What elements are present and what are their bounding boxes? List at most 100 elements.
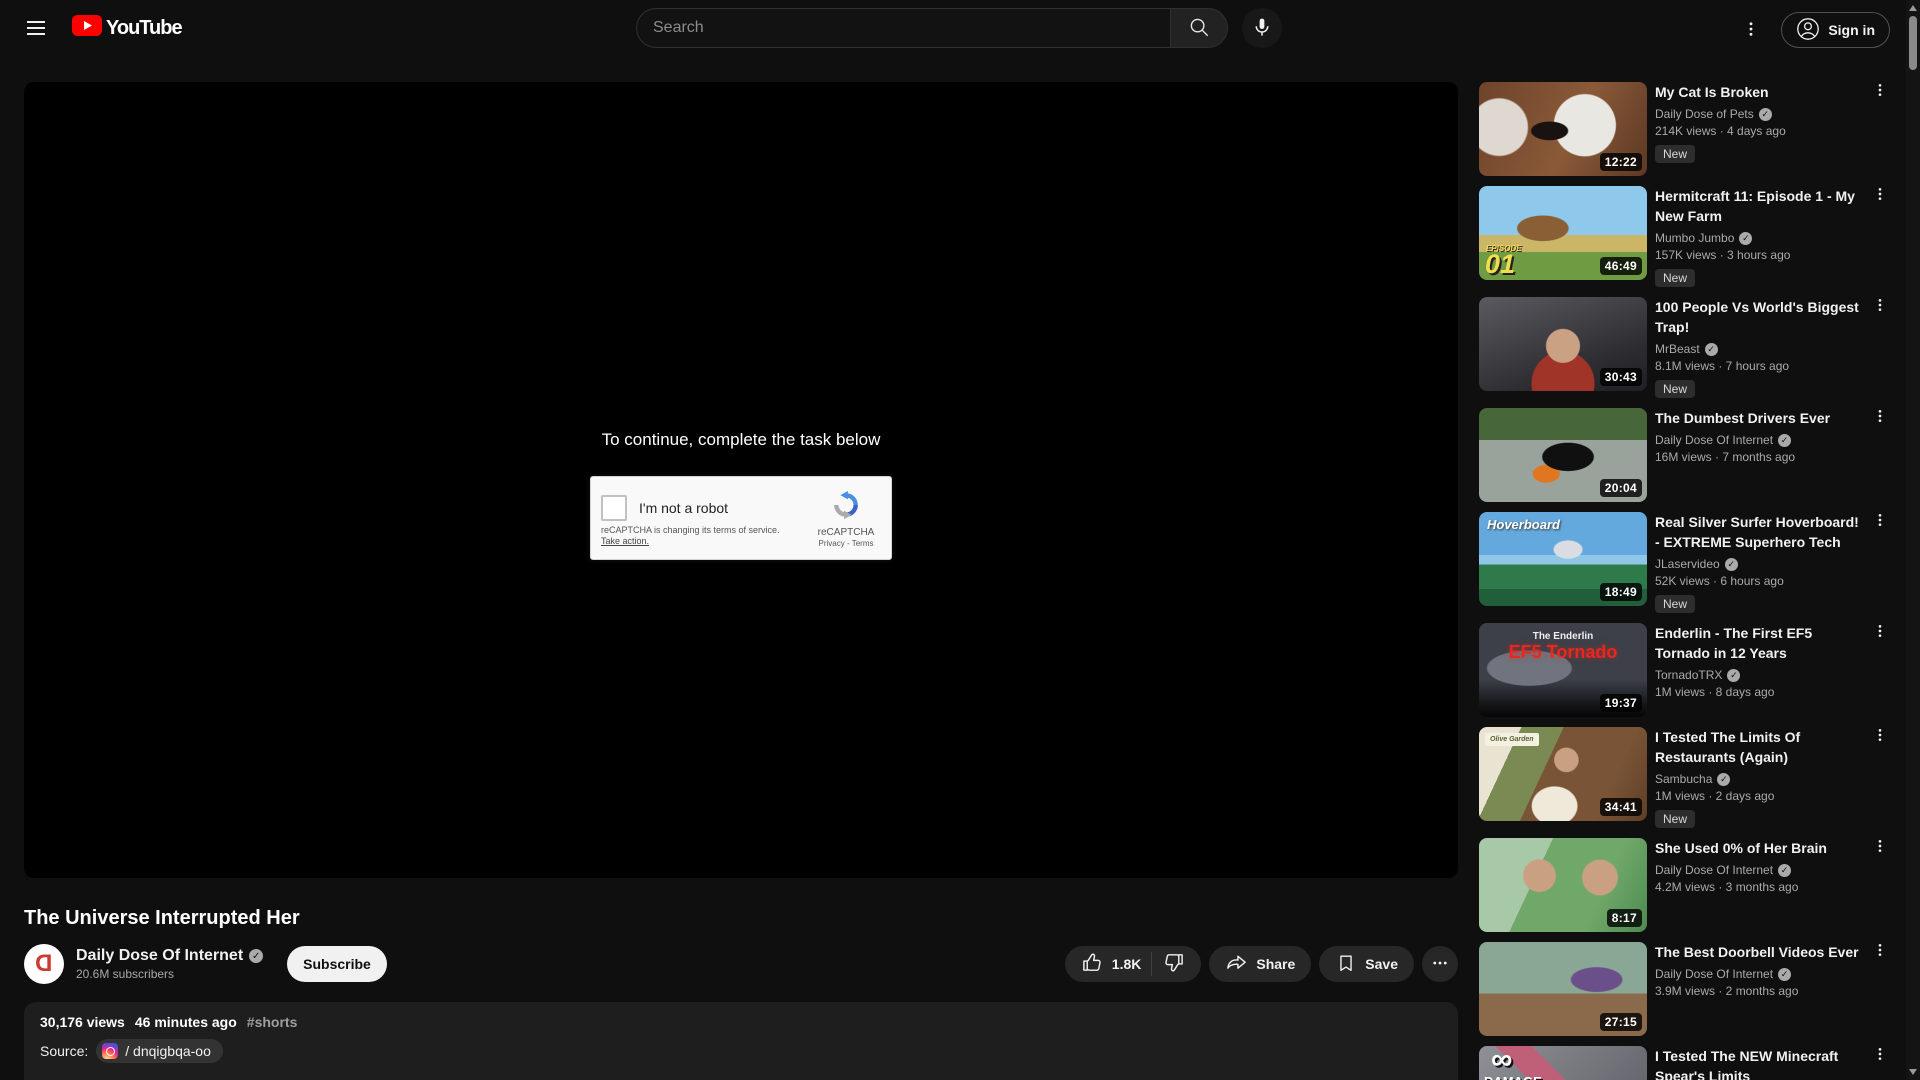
list-item[interactable]: ∞DAMAGEI Tested The NEW Minecraft Spear'… [1479, 1046, 1892, 1080]
masthead: YouTube Sign in [0, 0, 1920, 56]
verified-badge-icon [1727, 669, 1740, 682]
scroll-up-icon[interactable] [1909, 5, 1917, 11]
item-menu-button[interactable] [1868, 838, 1892, 862]
verified-badge-icon [1705, 343, 1718, 356]
channel-name[interactable]: Daily Dose Of Internet [1655, 863, 1864, 877]
list-item[interactable]: 27:15 The Best Doorbell Videos Ever Daily … [1479, 942, 1892, 1036]
sign-in-button[interactable]: Sign in [1781, 12, 1890, 48]
video-title[interactable]: I Tested The NEW Minecraft Spear's Limit… [1655, 1046, 1864, 1080]
item-menu-button[interactable] [1868, 408, 1892, 432]
new-badge: New [1655, 380, 1695, 398]
video-title[interactable]: Enderlin - The First EF5 Tornado in 12 Y… [1655, 623, 1864, 663]
list-item[interactable]: EPISODE0146:49Hermitcraft 11: Episode 1 … [1479, 186, 1892, 287]
video-title[interactable]: She Used 0% of Her Brain [1655, 838, 1864, 858]
related-videos-list: 12:22 My Cat Is Broken Daily Dose of Pets 2… [1479, 82, 1892, 1080]
channel-name[interactable]: JLaservideo [1655, 557, 1864, 571]
thumbnail-overlay-text: DAMAGE [1484, 1074, 1542, 1080]
voice-search-button[interactable] [1242, 8, 1282, 48]
video-thumbnail[interactable]: The EnderlinEF5 Tornado19:37 [1479, 623, 1647, 717]
subscribe-button[interactable]: Subscribe [287, 946, 387, 982]
video-thumbnail[interactable]: 20:04 [1479, 408, 1647, 502]
video-title[interactable]: The Dumbest Drivers Ever [1655, 408, 1864, 428]
video-thumbnail[interactable]: 30:43 [1479, 297, 1647, 391]
video-details: I Tested The NEW Minecraft Spear's Limit… [1647, 1046, 1868, 1080]
item-menu-button[interactable] [1868, 942, 1892, 966]
dislike-button[interactable] [1152, 946, 1201, 982]
search-button[interactable] [1170, 8, 1228, 48]
verified-badge-icon [1717, 773, 1730, 786]
list-item[interactable]: 30:43100 People Vs World's Biggest Trap!… [1479, 297, 1892, 398]
channel-name[interactable]: Daily Dose Of Internet [76, 947, 243, 965]
description-tag[interactable]: #shorts [247, 1014, 298, 1030]
recaptcha-brand: reCAPTCHA [818, 527, 875, 538]
ellipsis-icon [1431, 954, 1449, 975]
video-thumbnail[interactable]: Olive Garden34:41 [1479, 727, 1647, 821]
list-item[interactable]: 12:22 My Cat Is Broken Daily Dose of Pets 2… [1479, 82, 1892, 176]
item-menu-button[interactable] [1868, 186, 1892, 210]
video-thumbnail[interactable]: 8:17 [1479, 838, 1647, 932]
new-badge: New [1655, 595, 1695, 613]
item-menu-button[interactable] [1868, 297, 1892, 321]
youtube-logo[interactable]: YouTube [72, 15, 182, 41]
video-meta: 52K views · 6 hours ago [1655, 574, 1864, 588]
source-label: Source: [40, 1043, 88, 1059]
channel-name[interactable]: Mumbo Jumbo [1655, 231, 1864, 245]
video-title[interactable]: Real Silver Surfer Hoverboard! - EXTREME… [1655, 512, 1864, 552]
terms-link[interactable]: Terms [852, 539, 874, 548]
bookmark-icon [1335, 952, 1357, 977]
list-item[interactable]: 8:17 She Used 0% of Her Brain Daily Dose O… [1479, 838, 1892, 932]
video-thumbnail[interactable]: Hoverboard18:49 [1479, 512, 1647, 606]
video-details: Real Silver Surfer Hoverboard! - EXTREME… [1647, 512, 1868, 613]
thumbnail-overlay-text: 01 [1485, 249, 1515, 280]
video-title[interactable]: The Best Doorbell Videos Ever [1655, 942, 1864, 962]
video-thumbnail[interactable]: 27:15 [1479, 942, 1647, 1036]
list-item[interactable]: 20:04 The Dumbest Drivers Ever Daily Dose … [1479, 408, 1892, 502]
item-menu-button[interactable] [1868, 727, 1892, 751]
item-menu-button[interactable] [1868, 1046, 1892, 1070]
item-menu-button[interactable] [1868, 512, 1892, 536]
settings-menu-button[interactable] [1731, 10, 1771, 50]
scrollbar-thumb[interactable] [1909, 16, 1917, 70]
video-title[interactable]: I Tested The Limits Of Restaurants (Agai… [1655, 727, 1864, 767]
source-link[interactable]: / dnqigbqa-oo [96, 1039, 223, 1063]
video-meta: 16M views · 7 months ago [1655, 450, 1864, 464]
list-item[interactable]: Hoverboard18:49Real Silver Surfer Hoverb… [1479, 512, 1892, 613]
scroll-down-icon[interactable] [1909, 1069, 1917, 1075]
menu-button[interactable] [16, 8, 56, 48]
like-button[interactable]: 1.8K [1065, 946, 1152, 982]
video-player[interactable]: To continue, complete the task below I'm… [24, 82, 1458, 878]
page-scrollbar[interactable] [1906, 0, 1920, 1080]
video-title[interactable]: Hermitcraft 11: Episode 1 - My New Farm [1655, 186, 1864, 226]
channel-name[interactable]: Daily Dose Of Internet [1655, 967, 1864, 981]
share-button[interactable]: Share [1209, 946, 1311, 982]
video-thumbnail[interactable]: ∞DAMAGE [1479, 1046, 1647, 1080]
video-title[interactable]: 100 People Vs World's Biggest Trap! [1655, 297, 1864, 337]
channel-name[interactable]: MrBeast [1655, 342, 1864, 356]
video-meta: 214K views · 4 days ago [1655, 124, 1864, 138]
thumbnail-overlay-text: ∞ [1491, 1046, 1512, 1074]
verified-badge-icon [249, 949, 263, 963]
channel-name[interactable]: Daily Dose of Pets [1655, 107, 1864, 121]
item-menu-button[interactable] [1868, 82, 1892, 106]
verified-badge-icon [1739, 232, 1752, 245]
privacy-link[interactable]: Privacy [819, 539, 845, 548]
description-box[interactable]: 30,176 views 46 minutes ago #shorts Sour… [24, 1002, 1458, 1080]
video-thumbnail[interactable]: 12:22 [1479, 82, 1647, 176]
recaptcha-checkbox[interactable] [601, 495, 627, 521]
video-details: She Used 0% of Her Brain Daily Dose Of In… [1647, 838, 1868, 932]
more-actions-button[interactable] [1422, 946, 1458, 982]
video-details: Hermitcraft 11: Episode 1 - My New Farm M… [1647, 186, 1868, 287]
video-title[interactable]: My Cat Is Broken [1655, 82, 1864, 102]
duration-badge: 19:37 [1600, 694, 1642, 712]
search-input[interactable] [636, 8, 1170, 48]
item-menu-button[interactable] [1868, 623, 1892, 647]
list-item[interactable]: Olive Garden34:41I Tested The Limits Of … [1479, 727, 1892, 828]
save-button[interactable]: Save [1319, 946, 1414, 982]
channel-name[interactable]: Sambucha [1655, 772, 1864, 786]
channel-avatar[interactable]: D [24, 944, 64, 984]
channel-name[interactable]: TornadoTRX [1655, 668, 1864, 682]
channel-name[interactable]: Daily Dose Of Internet [1655, 433, 1864, 447]
list-item[interactable]: The EnderlinEF5 Tornado19:37Enderlin - T… [1479, 623, 1892, 717]
take-action-link[interactable]: Take action. [601, 536, 649, 546]
video-thumbnail[interactable]: EPISODE0146:49 [1479, 186, 1647, 280]
